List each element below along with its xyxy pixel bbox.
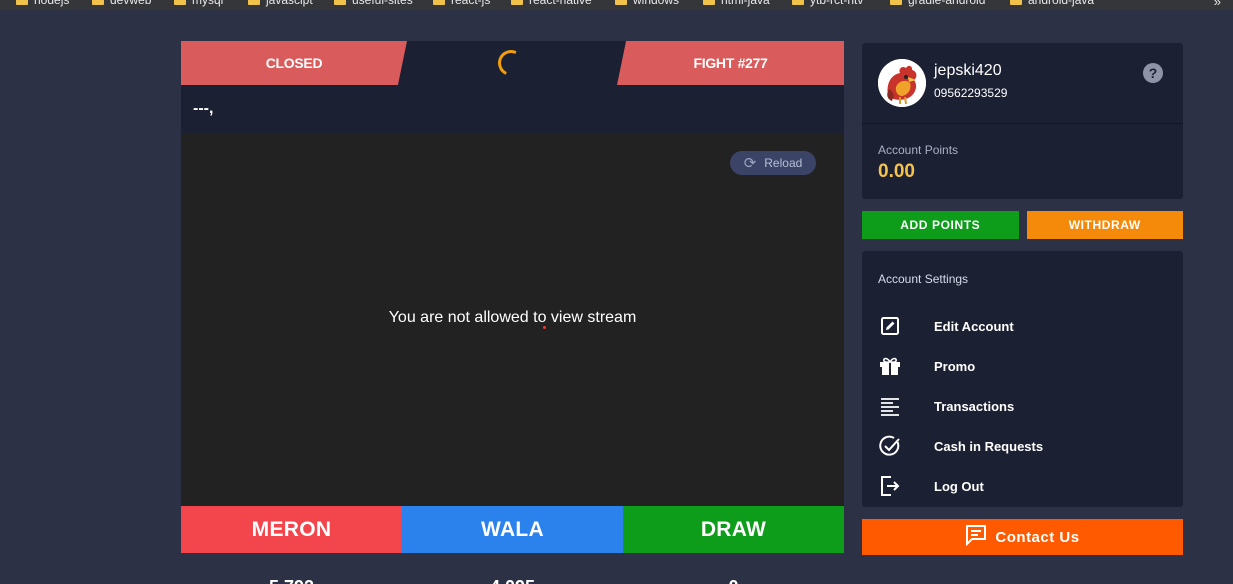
gift-icon [878, 354, 902, 378]
bookmark-javascipt[interactable]: javascipt [248, 0, 313, 8]
folder-icon [511, 0, 523, 5]
menu-item-log-out[interactable]: Log Out [862, 466, 1183, 506]
folder-icon [1010, 0, 1022, 5]
reload-button[interactable]: ⟳ Reload [730, 151, 816, 175]
stream-viewer: ⟳ Reload You are not allowed to view str… [181, 133, 844, 506]
folder-icon [433, 0, 445, 5]
refresh-icon: ⟳ [743, 155, 757, 172]
cursor-dot [543, 326, 546, 329]
folder-icon [92, 0, 104, 5]
wala-total: 4,095 [402, 553, 623, 584]
username: jepski420 [934, 62, 1002, 79]
contact-us-button[interactable]: Contact Us [862, 519, 1183, 555]
logout-icon [878, 474, 902, 498]
folder-icon [703, 0, 715, 5]
bookmark-windows[interactable]: windows [615, 0, 679, 8]
bookmarks-bar: nodejs devweb mysql javascipt useful-sit… [0, 0, 1233, 10]
settings-title: Account Settings [878, 272, 969, 286]
bookmark-gradle-android[interactable]: gradle-android [890, 0, 985, 8]
avatar-rooster-image [878, 59, 926, 107]
edit-icon [878, 314, 902, 338]
folder-icon [792, 0, 804, 5]
account-actions: ADD POINTS WITHDRAW [862, 211, 1183, 239]
help-icon[interactable]: ? [1143, 63, 1163, 83]
fight-header: CLOSED FIGHT #277 [181, 41, 844, 85]
folder-icon [174, 0, 186, 5]
draw-total: 0 [623, 553, 844, 584]
points-label: Account Points [878, 143, 959, 157]
loading-spinner-icon [494, 46, 528, 80]
add-points-button[interactable]: ADD POINTS [862, 211, 1019, 239]
bookmark-nodejs[interactable]: nodejs [16, 0, 69, 8]
bet-totals: 5,792 4,095 0 [181, 553, 844, 584]
fight-status-banner: CLOSED [181, 41, 407, 85]
bookmark-mysql[interactable]: mysql [174, 0, 223, 8]
menu-item-promo[interactable]: Promo [862, 346, 1183, 386]
folder-icon [248, 0, 260, 5]
menu-item-edit-account[interactable]: Edit Account [862, 306, 1183, 346]
check-circle-icon [878, 434, 902, 458]
phone-number: 09562293529 [934, 86, 1008, 100]
list-icon [878, 394, 902, 418]
profile-header: jepski420 09562293529 ? [862, 43, 1183, 124]
bet-wala-button[interactable]: WALA [402, 506, 623, 553]
bet-options: MERON WALA DRAW [181, 506, 844, 553]
settings-menu: Edit Account Promo Transactions Cash in … [862, 306, 1183, 506]
withdraw-button[interactable]: WITHDRAW [1026, 211, 1183, 239]
bookmark-react-js[interactable]: react-js [433, 0, 490, 8]
account-settings-card: Account Settings Edit Account Promo Tran… [862, 251, 1183, 507]
points-value: 0.00 [878, 161, 915, 182]
fight-number-banner: FIGHT #277 [617, 41, 844, 85]
bookmark-react-native[interactable]: react-native [511, 0, 592, 8]
bet-draw-button[interactable]: DRAW [623, 506, 844, 553]
bookmarks-overflow-button[interactable]: » [1214, 0, 1221, 9]
bookmark-android-java[interactable]: android-java [1010, 0, 1094, 8]
folder-icon [615, 0, 627, 5]
menu-item-cash-in-requests[interactable]: Cash in Requests [862, 426, 1183, 466]
account-sidebar: jepski420 09562293529 ? Account Points 0… [862, 43, 1183, 555]
menu-item-transactions[interactable]: Transactions [862, 386, 1183, 426]
bookmark-devweb[interactable]: devweb [92, 0, 151, 8]
bet-meron-button[interactable]: MERON [181, 506, 402, 553]
event-title: ---, [181, 85, 844, 133]
bookmark-html-java[interactable]: html-java [703, 0, 770, 8]
stream-message: You are not allowed to view stream [388, 309, 637, 326]
bookmark-ytb-rct-ntv[interactable]: ytb-rct-ntv [792, 0, 863, 8]
chat-icon [965, 524, 987, 550]
fight-panel: CLOSED FIGHT #277 ---, ⟳ Reload You are … [181, 41, 844, 584]
folder-icon [334, 0, 346, 5]
profile-card: jepski420 09562293529 ? Account Points 0… [862, 43, 1183, 199]
bookmark-useful-sites[interactable]: useful-sites [334, 0, 413, 8]
folder-icon [16, 0, 28, 5]
meron-total: 5,792 [181, 553, 402, 584]
folder-icon [890, 0, 902, 5]
